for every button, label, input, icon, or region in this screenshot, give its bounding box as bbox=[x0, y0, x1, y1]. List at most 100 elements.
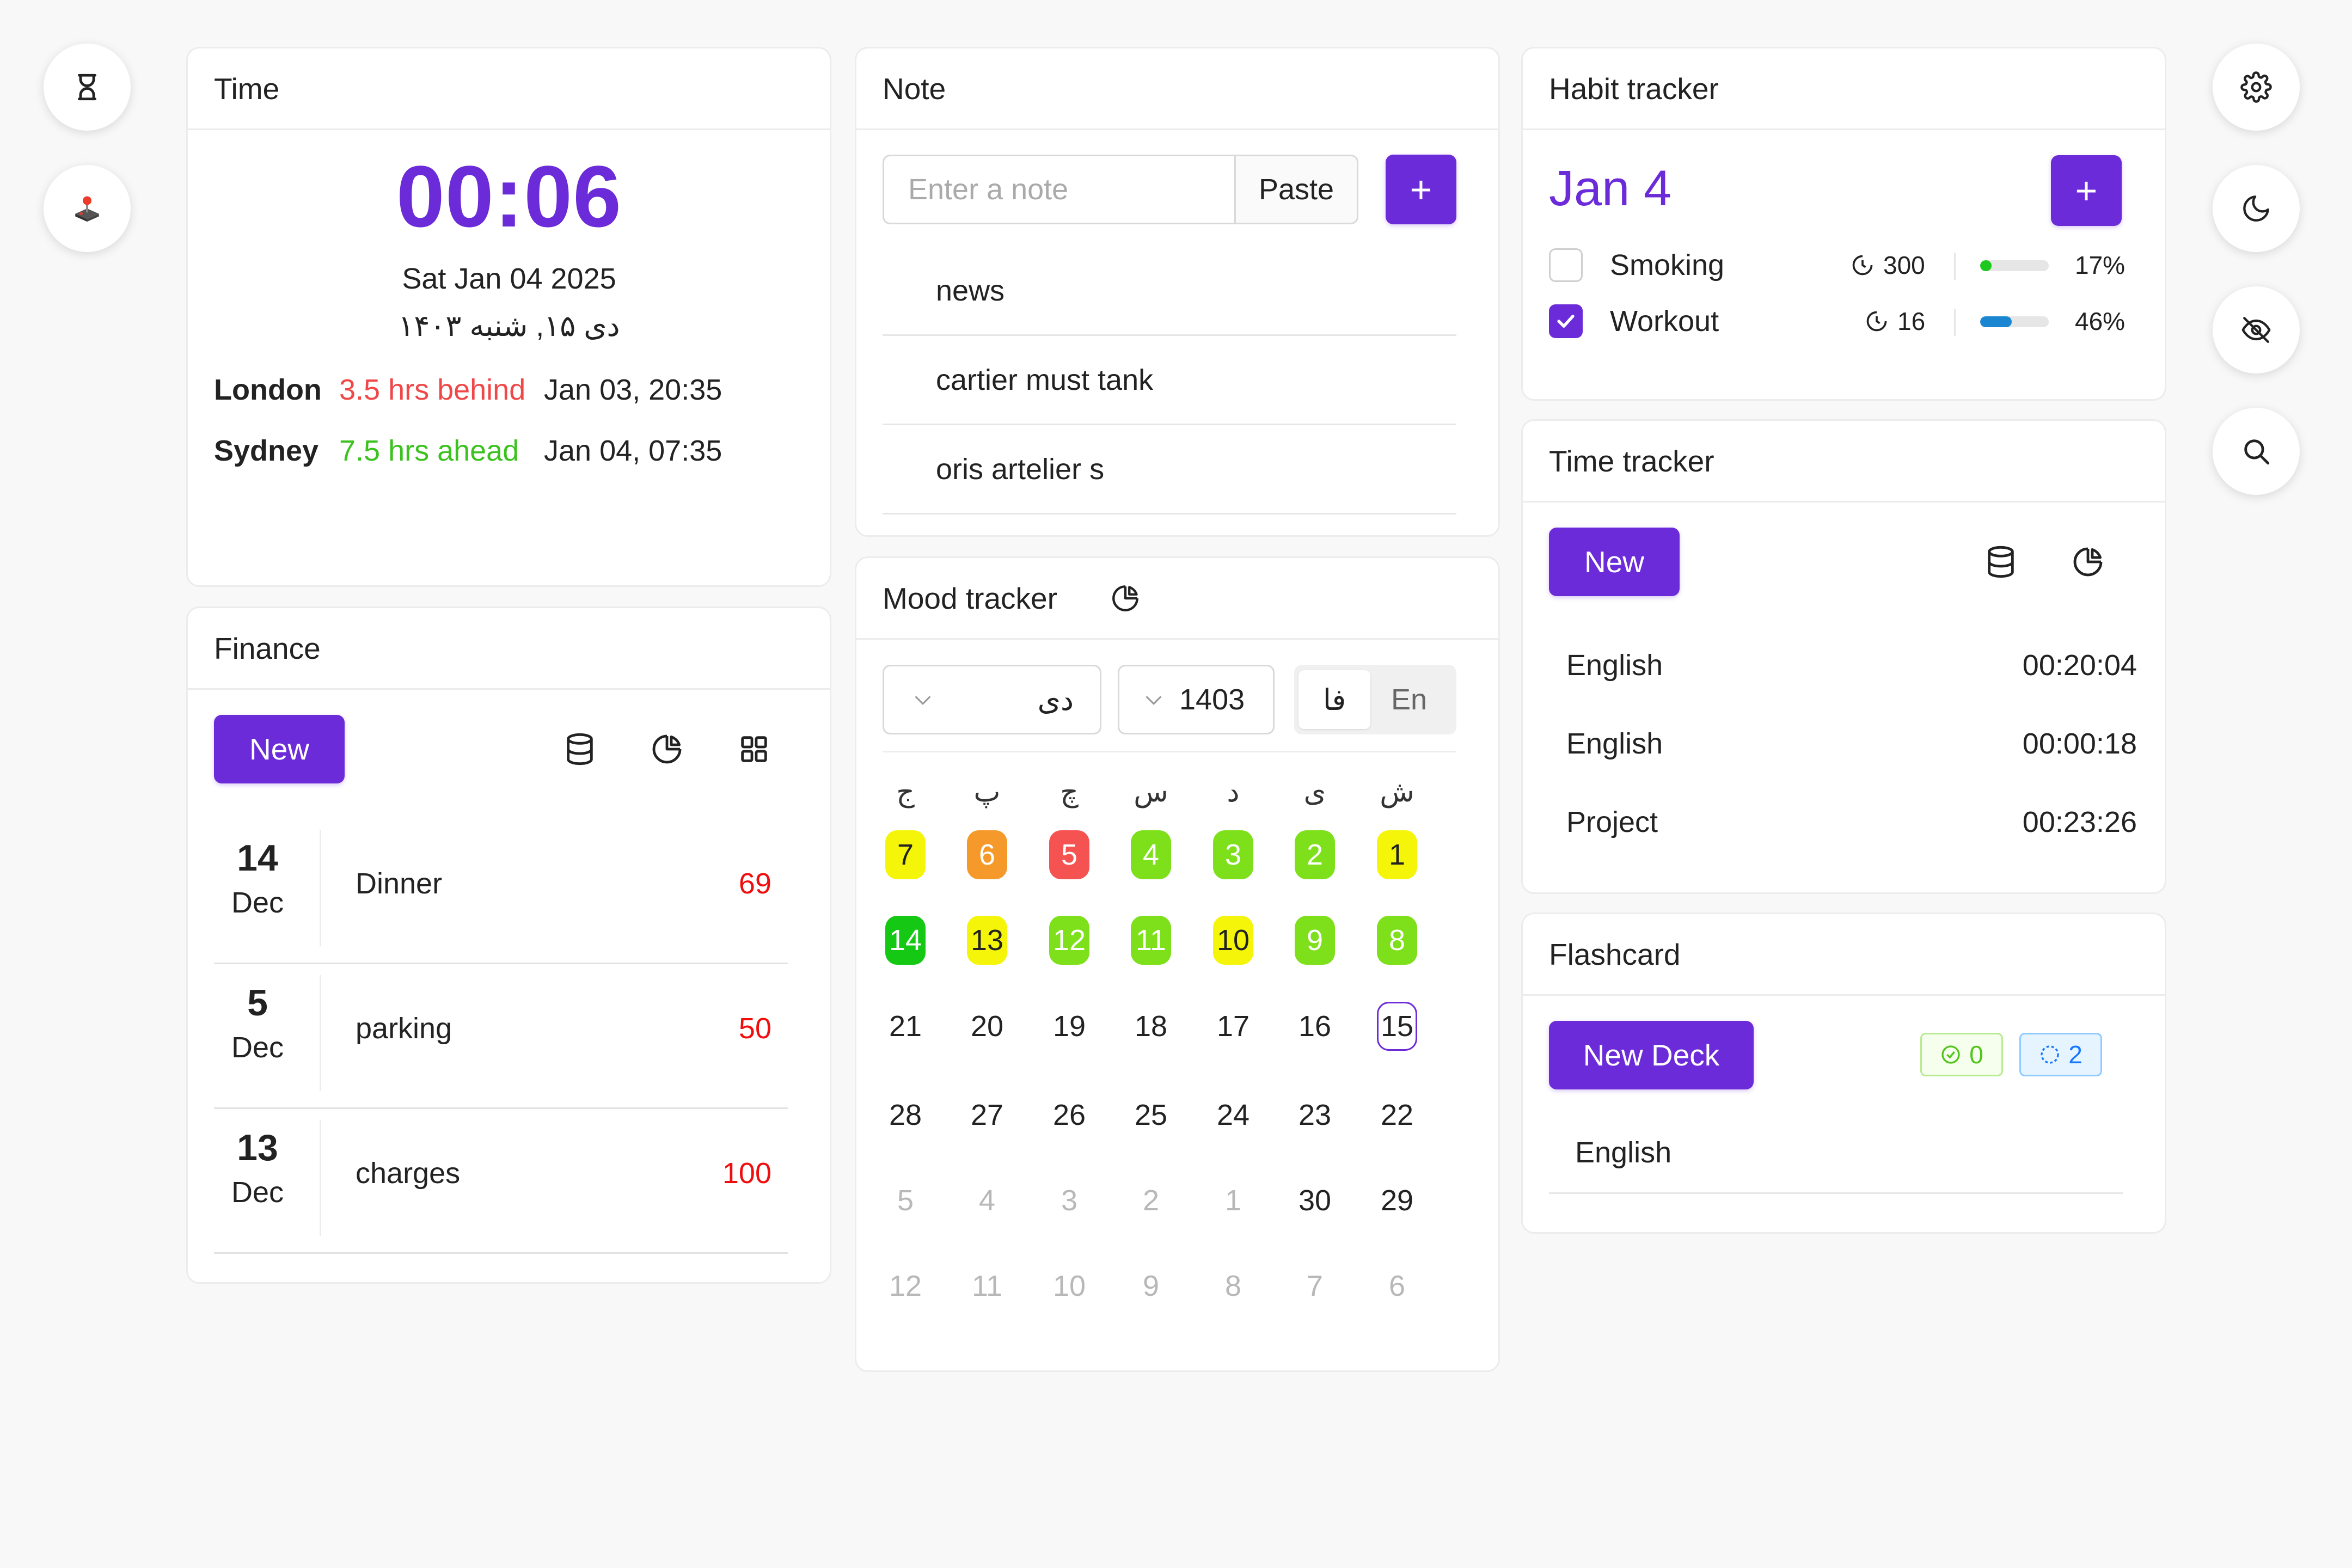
database-button[interactable] bbox=[558, 727, 602, 771]
calendar-day[interactable]: 18 bbox=[1128, 1002, 1174, 1051]
calendar-day[interactable]: 12 bbox=[883, 1261, 928, 1310]
transaction-row[interactable]: 13 Dec charges 100 bbox=[214, 1109, 788, 1254]
calendar-day[interactable]: 17 bbox=[1210, 1002, 1256, 1051]
calendar-day[interactable]: 6 bbox=[1374, 1261, 1420, 1310]
note-item[interactable]: cartier must tank bbox=[883, 336, 1456, 425]
habit-count-value: 300 bbox=[1883, 251, 1925, 279]
time-entry-row[interactable]: Project 00:23:26 bbox=[1566, 805, 2137, 839]
calendar-day[interactable]: 27 bbox=[964, 1091, 1010, 1140]
mood-card-title: Mood tracker bbox=[883, 581, 1057, 615]
calendar-day[interactable]: 8 bbox=[1210, 1261, 1256, 1310]
database-button[interactable] bbox=[1979, 540, 2023, 584]
habit-progress-bar bbox=[1980, 260, 2049, 271]
calendar-day[interactable]: 7 bbox=[1292, 1261, 1338, 1310]
divider bbox=[320, 975, 321, 1091]
habit-checkbox[interactable] bbox=[1549, 304, 1583, 338]
habit-progress-bar bbox=[1980, 316, 2049, 327]
add-note-button[interactable]: + bbox=[1386, 155, 1456, 224]
dark-mode-button[interactable] bbox=[2213, 165, 2300, 252]
calendar-day[interactable]: 7 bbox=[885, 830, 926, 879]
calendar-day[interactable]: 15 bbox=[1377, 1002, 1417, 1051]
calendar-day[interactable]: 24 bbox=[1210, 1091, 1256, 1140]
chart-button[interactable] bbox=[645, 727, 689, 771]
transaction-row[interactable]: 5 Dec parking 50 bbox=[214, 964, 788, 1109]
pie-chart-icon bbox=[2073, 547, 2103, 577]
calendar-day[interactable]: 5 bbox=[883, 1176, 928, 1225]
chart-button[interactable] bbox=[2066, 540, 2110, 584]
database-icon bbox=[567, 733, 593, 765]
mood-chart-button[interactable] bbox=[1110, 583, 1141, 614]
note-item[interactable]: oris artelier s bbox=[883, 425, 1456, 514]
calendar-day[interactable]: 9 bbox=[1295, 916, 1335, 965]
grid-view-button[interactable] bbox=[732, 727, 776, 771]
calendar-day[interactable]: 11 bbox=[1131, 916, 1171, 965]
gear-icon bbox=[2240, 71, 2272, 103]
note-input[interactable]: Enter a note bbox=[884, 156, 1234, 223]
transaction-date: 5 Dec bbox=[214, 981, 301, 1070]
calendar-day[interactable]: 1 bbox=[1377, 830, 1417, 879]
calendar-day[interactable]: 13 bbox=[967, 916, 1007, 965]
calendar-day[interactable]: 20 bbox=[964, 1002, 1010, 1051]
time-entry-row[interactable]: English 00:00:18 bbox=[1566, 727, 2137, 761]
habit-date: Jan 4 bbox=[1549, 161, 1672, 216]
calendar-day[interactable]: 28 bbox=[883, 1091, 928, 1140]
language-toggle: فا En bbox=[1294, 665, 1456, 734]
calendar-day[interactable]: 10 bbox=[1213, 916, 1253, 965]
divider bbox=[320, 830, 321, 946]
paste-button[interactable]: Paste bbox=[1234, 156, 1357, 223]
calendar-day[interactable]: 6 bbox=[967, 830, 1007, 879]
transaction-row[interactable]: 14 Dec Dinner 69 bbox=[214, 819, 788, 964]
transaction-day: 5 bbox=[247, 982, 268, 1024]
add-habit-button[interactable]: + bbox=[2051, 155, 2122, 226]
time-entry-row[interactable]: English 00:20:04 bbox=[1566, 648, 2137, 682]
habit-name: Workout bbox=[1610, 305, 1719, 338]
calendar-day[interactable]: 25 bbox=[1128, 1091, 1174, 1140]
month-select[interactable]: دی bbox=[883, 665, 1101, 734]
new-deck-button[interactable]: New Deck bbox=[1549, 1021, 1754, 1089]
calendar-day[interactable]: 8 bbox=[1377, 916, 1417, 965]
new-timer-button[interactable]: New bbox=[1549, 528, 1680, 596]
calendar-day[interactable]: 21 bbox=[883, 1002, 928, 1051]
calendar-day[interactable]: 19 bbox=[1046, 1002, 1092, 1051]
calendar-day[interactable]: 12 bbox=[1049, 916, 1089, 965]
time-card: Time 00:06 Sat Jan 04 2025 دی ۱۵, شنبه ۱… bbox=[186, 47, 831, 587]
calendar-day[interactable]: 3 bbox=[1213, 830, 1253, 879]
calendar-day[interactable]: 16 bbox=[1292, 1002, 1338, 1051]
calendar-day[interactable]: 5 bbox=[1049, 830, 1089, 879]
calendar-day[interactable]: 29 bbox=[1374, 1176, 1420, 1225]
calendar-day[interactable]: 30 bbox=[1292, 1176, 1338, 1225]
note-item[interactable]: news bbox=[883, 247, 1456, 336]
calendar-day[interactable]: 22 bbox=[1374, 1091, 1420, 1140]
habit-checkbox[interactable] bbox=[1549, 248, 1583, 282]
calendar-day[interactable]: 4 bbox=[964, 1176, 1010, 1225]
pending-count: 2 bbox=[2068, 1040, 2082, 1069]
calendar-day[interactable]: 10 bbox=[1046, 1261, 1092, 1310]
timer-button[interactable] bbox=[44, 44, 131, 131]
deck-item[interactable]: English bbox=[1549, 1112, 2123, 1194]
calendar-day[interactable]: 2 bbox=[1128, 1176, 1174, 1225]
calendar-day[interactable]: 3 bbox=[1046, 1176, 1092, 1225]
search-button[interactable] bbox=[2213, 408, 2300, 495]
calendar-day[interactable]: 23 bbox=[1292, 1091, 1338, 1140]
divider bbox=[1954, 253, 1956, 280]
privacy-button[interactable] bbox=[2213, 286, 2300, 373]
note-card: Note Enter a note Paste + news cartier m… bbox=[855, 47, 1500, 537]
settings-button[interactable] bbox=[2213, 44, 2300, 131]
transaction-amount: 69 bbox=[738, 867, 771, 900]
calendar-day[interactable]: 2 bbox=[1295, 830, 1335, 879]
calendar-day[interactable]: 26 bbox=[1046, 1091, 1092, 1140]
calendar-day[interactable]: 4 bbox=[1131, 830, 1171, 879]
lang-fa-option[interactable]: فا bbox=[1298, 670, 1370, 729]
calendar-day[interactable]: 11 bbox=[964, 1261, 1010, 1310]
calendar-day[interactable]: 9 bbox=[1128, 1261, 1174, 1310]
lang-en-option[interactable]: En bbox=[1370, 670, 1448, 729]
year-select[interactable]: 1403 bbox=[1118, 665, 1275, 734]
calendar-day[interactable]: 1 bbox=[1210, 1176, 1256, 1225]
persian-date: دی ۱۵, شنبه ۱۴۰۳ bbox=[398, 310, 620, 342]
flashcard-title: Flashcard bbox=[1523, 914, 2165, 996]
new-transaction-button[interactable]: New bbox=[214, 715, 345, 783]
game-button[interactable] bbox=[44, 165, 131, 252]
calendar-day[interactable]: 14 bbox=[885, 916, 926, 965]
divider bbox=[883, 751, 1456, 752]
time-entry-name: Project bbox=[1566, 806, 1658, 838]
